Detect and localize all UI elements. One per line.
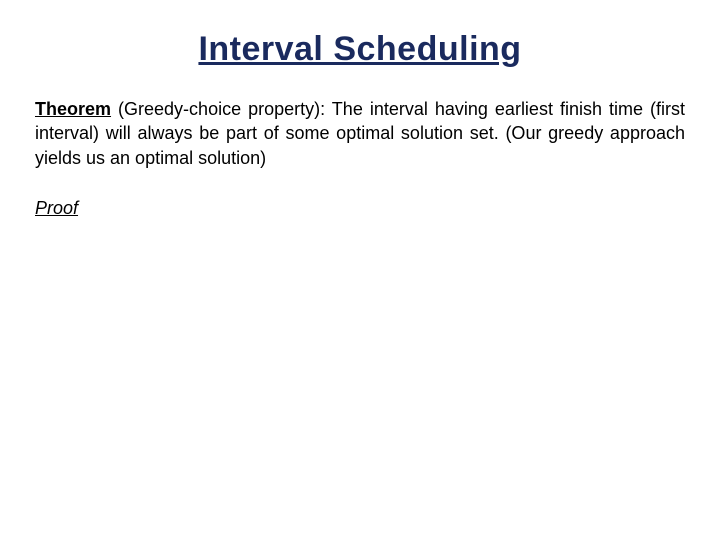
page-title: Interval Scheduling: [35, 30, 685, 69]
proof-label: Proof: [35, 198, 685, 219]
theorem-paragraph: Theorem (Greedy-choice property): The in…: [35, 97, 685, 170]
theorem-label: Theorem: [35, 99, 111, 119]
theorem-body: (Greedy-choice property): The interval h…: [35, 99, 685, 168]
